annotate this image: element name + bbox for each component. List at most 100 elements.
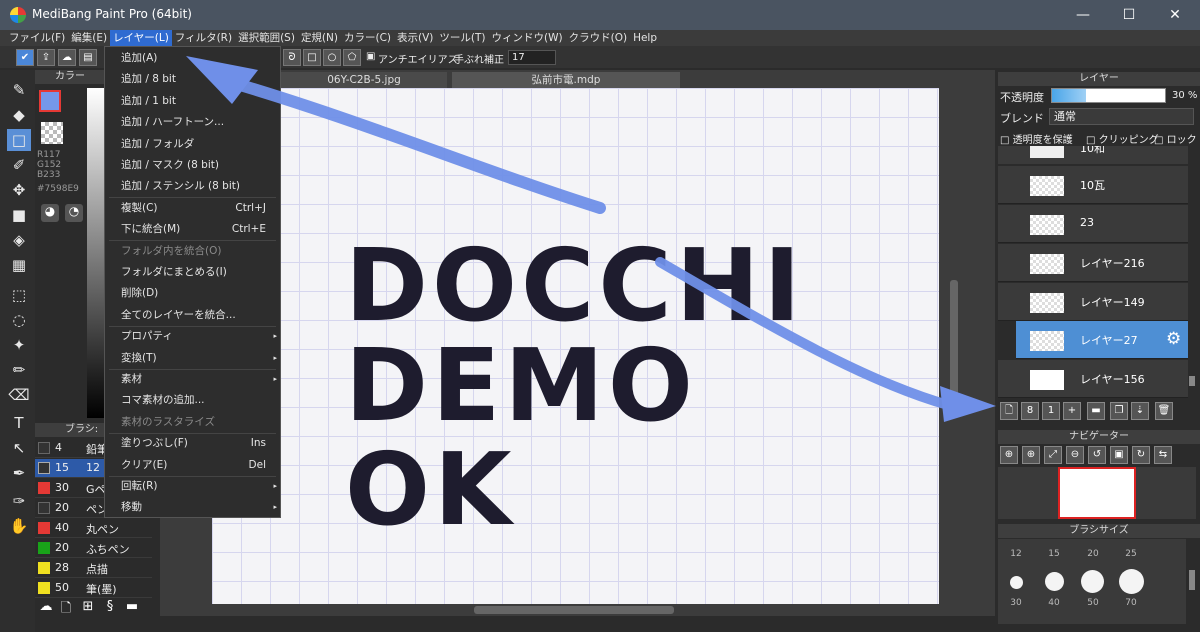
merge-down-icon[interactable]: ⇣ (1131, 402, 1149, 420)
clipping-checkbox[interactable]: □ クリッピング (1086, 131, 1159, 146)
dot-pen-tool-icon[interactable]: ✐ (7, 154, 31, 176)
delete-layer-icon[interactable]: 🗑 (1155, 402, 1173, 420)
layer-settings-gear-icon[interactable]: ⚙ (1166, 329, 1181, 349)
menu-selection[interactable]: 選択範囲(S) (235, 30, 298, 46)
polygon-shape-icon[interactable]: ⬠ (343, 49, 361, 66)
rotate-right-icon[interactable]: ↻ (1132, 446, 1150, 464)
menu-ruler[interactable]: 定規(N) (298, 30, 341, 46)
zoom-in-alt-icon[interactable]: ⊕ (1022, 446, 1040, 464)
brush-size-value[interactable]: 25 (1119, 549, 1143, 559)
antialias-checkbox-icon[interactable]: ▣ (366, 51, 375, 62)
rotate-left-icon[interactable]: ↺ (1088, 446, 1106, 464)
select-rect-tool-icon[interactable]: ⬚ (7, 284, 31, 306)
layer-row[interactable]: レイヤー149 (998, 283, 1188, 321)
brush-size-value[interactable]: 12 (1004, 549, 1028, 559)
brush-size-value[interactable]: 20 (1081, 549, 1105, 559)
layer-menu-item[interactable]: フォルダにまとめる(I) (105, 262, 280, 283)
layer-row-partial[interactable]: 10和 (998, 146, 1188, 164)
layer-menu-item[interactable]: 追加(A) (105, 48, 280, 69)
opacity-slider[interactable] (1051, 88, 1166, 103)
rectangle-shape-icon[interactable]: □ (303, 49, 321, 66)
layer-menu-item[interactable]: 変換(T) ▸ (105, 348, 280, 369)
layer-menu-item[interactable]: 削除(D) (105, 283, 280, 304)
tab-file2[interactable]: 弘前市電.mdp (452, 72, 680, 88)
brush-size-scrollbar[interactable] (1189, 570, 1195, 590)
brush-item[interactable]: 20 ふちペン (35, 539, 152, 558)
navigator-preview[interactable] (998, 467, 1196, 519)
layer-menu-item[interactable]: 追加 / フォルダ (105, 134, 280, 155)
new-layer-icon[interactable]: 🗋 (1000, 402, 1018, 420)
layer-menu-item[interactable]: コマ素材の追加... (105, 390, 280, 411)
menu-cloud[interactable]: クラウド(O) (566, 30, 630, 46)
zoom-in-icon[interactable]: ⊕ (1000, 446, 1018, 464)
comment-icon[interactable]: ☁ (58, 49, 76, 66)
hand-tool-icon[interactable]: ✋ (7, 515, 31, 537)
brush-size-dot[interactable] (1045, 572, 1064, 591)
layer-menu-item[interactable]: 素材 ▸ (105, 369, 280, 390)
cloud-sync-icon[interactable]: ✔ (16, 49, 34, 66)
layer-menu-item[interactable]: 回転(R) ▸ (105, 476, 280, 497)
layer-row[interactable]: レイヤー216 (998, 244, 1188, 282)
menu-layer[interactable]: レイヤー(L) (110, 30, 172, 46)
brush-cloud-icon[interactable]: ☁ (37, 599, 55, 617)
new-folder-icon[interactable]: ▬ (1087, 402, 1105, 420)
brush-folder-icon[interactable]: ▬ (123, 599, 141, 617)
duplicate-layer-icon[interactable]: ❐ (1110, 402, 1128, 420)
menu-view[interactable]: 表示(V) (394, 30, 436, 46)
layer-menu-item[interactable]: 素材のラスタライズ (105, 412, 280, 433)
select-eraser-tool-icon[interactable]: ⌫ (7, 384, 31, 406)
rectangle-tool-icon[interactable]: □ (7, 129, 31, 151)
minimize-button[interactable]: — (1060, 0, 1106, 30)
layer-row-selected[interactable]: レイヤー27 ⚙ (1016, 321, 1188, 359)
brush-size-value[interactable]: 30 (1004, 598, 1028, 608)
color-settings-icon[interactable]: ◔ (65, 204, 83, 222)
brightness-slider[interactable] (87, 88, 105, 418)
close-button[interactable]: ✕ (1152, 0, 1198, 30)
layer-menu-item[interactable]: フォルダ内を統合(O) (105, 241, 280, 262)
ellipse-shape-icon[interactable]: ○ (323, 49, 341, 66)
brush-item[interactable]: 50 筆(墨) (35, 579, 152, 598)
layer-menu-item[interactable]: 移動 ▸ (105, 497, 280, 518)
layer-row[interactable]: レイヤー156 (998, 360, 1188, 398)
fill-rect-tool-icon[interactable]: ■ (7, 204, 31, 226)
bucket-tool-icon[interactable]: ◈ (7, 229, 31, 251)
brush-add-icon[interactable]: ⊞ (79, 599, 97, 617)
horizontal-scrollbar[interactable] (474, 606, 674, 614)
brush-settings-icon[interactable]: § (101, 599, 119, 617)
share-icon[interactable]: ⇪ (37, 49, 55, 66)
message-icon[interactable]: ▤ (79, 49, 97, 66)
layer-menu-item[interactable]: 下に統合(M) Ctrl+E (105, 219, 280, 240)
transparent-color-swatch[interactable] (41, 122, 63, 144)
palette-icon[interactable]: ◕ (41, 204, 59, 222)
gradient-tool-icon[interactable]: ▦ (7, 254, 31, 276)
text-tool-icon[interactable]: T (7, 412, 31, 434)
menu-file[interactable]: ファイル(F) (6, 30, 68, 46)
layer-scrollbar[interactable] (1189, 376, 1195, 386)
menu-edit[interactable]: 編集(E) (68, 30, 110, 46)
layer-row[interactable]: 10瓦 (998, 166, 1188, 204)
blend-select[interactable]: 通常 (1049, 108, 1194, 125)
flip-icon[interactable]: ⇆ (1154, 446, 1172, 464)
maximize-button[interactable]: ☐ (1106, 0, 1152, 30)
new-1bit-layer-icon[interactable]: 1 (1042, 402, 1060, 420)
stabilizer-input[interactable]: 17 (508, 50, 556, 65)
brush-size-dot[interactable] (1010, 576, 1023, 589)
layer-menu-item[interactable]: 追加 / ハーフトーン... (105, 112, 280, 133)
layer-menu-item[interactable]: クリア(E) Del (105, 455, 280, 476)
layer-menu-item[interactable]: 塗りつぶし(F) Ins (105, 433, 280, 454)
actual-size-icon[interactable]: ▣ (1110, 446, 1128, 464)
move-tool-icon[interactable]: ✥ (7, 179, 31, 201)
brush-tool-icon[interactable]: ✎ (7, 79, 31, 101)
eyedropper-tool-icon[interactable]: ✑ (7, 490, 31, 512)
tab-file1[interactable]: 06Y-C2B-5.jpg (281, 72, 447, 88)
layer-menu-item[interactable]: プロパティ ▸ (105, 326, 280, 347)
magic-wand-tool-icon[interactable]: ✦ (7, 334, 31, 356)
brush-size-value[interactable]: 40 (1042, 598, 1066, 608)
brush-size-dot[interactable] (1119, 569, 1144, 594)
layer-menu-item[interactable]: 追加 / マスク (8 bit) (105, 155, 280, 176)
lasso-shape-icon[interactable]: ᘐ (283, 49, 301, 66)
layer-row[interactable]: 23 (998, 205, 1188, 243)
add-halftone-layer-icon[interactable]: + (1063, 402, 1081, 420)
layer-menu-item[interactable]: 全てのレイヤーを統合... (105, 305, 280, 326)
brush-size-dot[interactable] (1081, 570, 1104, 593)
